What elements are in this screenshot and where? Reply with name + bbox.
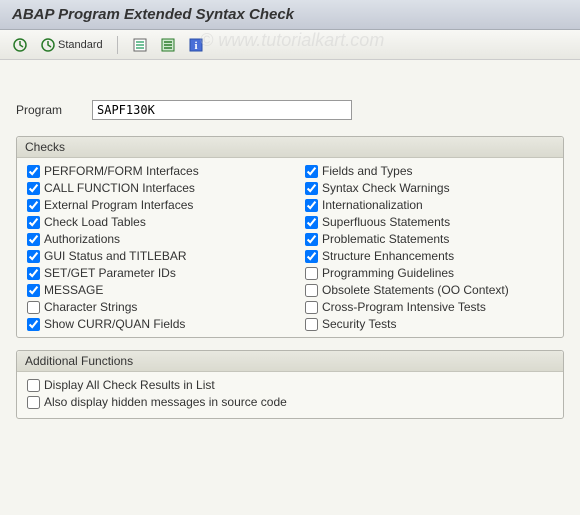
page-title: ABAP Program Extended Syntax Check — [12, 6, 568, 23]
additional-1[interactable]: Also display hidden messages in source c… — [27, 395, 553, 409]
clock-standard-icon — [40, 37, 56, 53]
check-right-7[interactable]: Obsolete Statements (OO Context) — [305, 283, 553, 297]
check-left-1-label: CALL FUNCTION Interfaces — [44, 181, 195, 195]
checks-grid: PERFORM/FORM Interfaces Fields and Types C… — [27, 164, 553, 331]
list-button-2[interactable] — [156, 35, 180, 55]
program-row: Program — [16, 100, 564, 120]
list-green-icon — [160, 37, 176, 53]
list-button-1[interactable] — [128, 35, 152, 55]
check-left-9-label: Show CURR/QUAN Fields — [44, 317, 185, 331]
check-left-2-checkbox[interactable] — [27, 199, 40, 212]
check-right-6-checkbox[interactable] — [305, 267, 318, 280]
checks-header: Checks — [17, 137, 563, 158]
checks-group: Checks PERFORM/FORM Interfaces Fields and… — [16, 136, 564, 338]
check-left-4-checkbox[interactable] — [27, 233, 40, 246]
svg-text:i: i — [194, 40, 197, 52]
check-left-9[interactable]: Show CURR/QUAN Fields — [27, 317, 275, 331]
check-left-1[interactable]: CALL FUNCTION Interfaces — [27, 181, 275, 195]
check-left-8[interactable]: Character Strings — [27, 300, 275, 314]
check-left-7-label: MESSAGE — [44, 283, 103, 297]
program-input[interactable] — [92, 100, 352, 120]
clock-execute-icon — [12, 37, 28, 53]
check-right-5-checkbox[interactable] — [305, 250, 318, 263]
check-right-8[interactable]: Cross-Program Intensive Tests — [305, 300, 553, 314]
check-right-0-label: Fields and Types — [322, 164, 413, 178]
additional-1-label: Also display hidden messages in source c… — [44, 395, 287, 409]
check-left-8-label: Character Strings — [44, 300, 137, 314]
info-icon: i — [188, 37, 204, 53]
check-left-4[interactable]: Authorizations — [27, 232, 275, 246]
additional-header: Additional Functions — [17, 351, 563, 372]
check-right-9-label: Security Tests — [322, 317, 396, 331]
check-left-1-checkbox[interactable] — [27, 182, 40, 195]
check-left-3[interactable]: Check Load Tables — [27, 215, 275, 229]
check-right-1-checkbox[interactable] — [305, 182, 318, 195]
additional-group: Additional Functions Display All Check R… — [16, 350, 564, 419]
check-right-8-checkbox[interactable] — [305, 301, 318, 314]
check-left-7-checkbox[interactable] — [27, 284, 40, 297]
check-right-5[interactable]: Structure Enhancements — [305, 249, 553, 263]
standard-label: Standard — [58, 39, 103, 51]
check-right-5-label: Structure Enhancements — [322, 249, 454, 263]
check-right-1-label: Syntax Check Warnings — [322, 181, 450, 195]
check-right-3-label: Superfluous Statements — [322, 215, 450, 229]
additional-0-checkbox[interactable] — [27, 379, 40, 392]
check-left-5[interactable]: GUI Status and TITLEBAR — [27, 249, 275, 263]
check-left-7[interactable]: MESSAGE — [27, 283, 275, 297]
additional-0-label: Display All Check Results in List — [44, 378, 215, 392]
check-right-6[interactable]: Programming Guidelines — [305, 266, 553, 280]
check-right-2-label: Internationalization — [322, 198, 423, 212]
toolbar-separator — [117, 36, 118, 54]
additional-body: Display All Check Results in List Also di… — [17, 372, 563, 418]
check-left-5-label: GUI Status and TITLEBAR — [44, 249, 187, 263]
check-right-8-label: Cross-Program Intensive Tests — [322, 300, 486, 314]
check-right-9[interactable]: Security Tests — [305, 317, 553, 331]
check-left-2-label: External Program Interfaces — [44, 198, 193, 212]
check-left-0[interactable]: PERFORM/FORM Interfaces — [27, 164, 275, 178]
check-right-3[interactable]: Superfluous Statements — [305, 215, 553, 229]
check-right-4[interactable]: Problematic Statements — [305, 232, 553, 246]
check-left-3-label: Check Load Tables — [44, 215, 146, 229]
check-right-7-checkbox[interactable] — [305, 284, 318, 297]
toolbar: Standard i — [0, 30, 580, 60]
check-right-0[interactable]: Fields and Types — [305, 164, 553, 178]
check-right-4-checkbox[interactable] — [305, 233, 318, 246]
additional-0[interactable]: Display All Check Results in List — [27, 378, 553, 392]
title-bar: ABAP Program Extended Syntax Check — [0, 0, 580, 30]
list-icon — [132, 37, 148, 53]
check-right-3-checkbox[interactable] — [305, 216, 318, 229]
check-left-4-label: Authorizations — [44, 232, 120, 246]
program-label: Program — [16, 103, 76, 117]
standard-button[interactable]: Standard — [36, 35, 107, 55]
check-right-0-checkbox[interactable] — [305, 165, 318, 178]
check-right-7-label: Obsolete Statements (OO Context) — [322, 283, 509, 297]
check-left-3-checkbox[interactable] — [27, 216, 40, 229]
check-left-6-label: SET/GET Parameter IDs — [44, 266, 176, 280]
check-left-0-label: PERFORM/FORM Interfaces — [44, 164, 199, 178]
info-button[interactable]: i — [184, 35, 208, 55]
execute-button[interactable] — [8, 35, 32, 55]
check-right-6-label: Programming Guidelines — [322, 266, 454, 280]
check-left-0-checkbox[interactable] — [27, 165, 40, 178]
check-left-6[interactable]: SET/GET Parameter IDs — [27, 266, 275, 280]
check-left-6-checkbox[interactable] — [27, 267, 40, 280]
check-left-2[interactable]: External Program Interfaces — [27, 198, 275, 212]
check-left-9-checkbox[interactable] — [27, 318, 40, 331]
check-right-2-checkbox[interactable] — [305, 199, 318, 212]
additional-1-checkbox[interactable] — [27, 396, 40, 409]
check-left-5-checkbox[interactable] — [27, 250, 40, 263]
check-right-4-label: Problematic Statements — [322, 232, 449, 246]
check-right-2[interactable]: Internationalization — [305, 198, 553, 212]
check-right-1[interactable]: Syntax Check Warnings — [305, 181, 553, 195]
content-area: Program Checks PERFORM/FORM Interfaces Fi… — [0, 60, 580, 447]
check-right-9-checkbox[interactable] — [305, 318, 318, 331]
check-left-8-checkbox[interactable] — [27, 301, 40, 314]
